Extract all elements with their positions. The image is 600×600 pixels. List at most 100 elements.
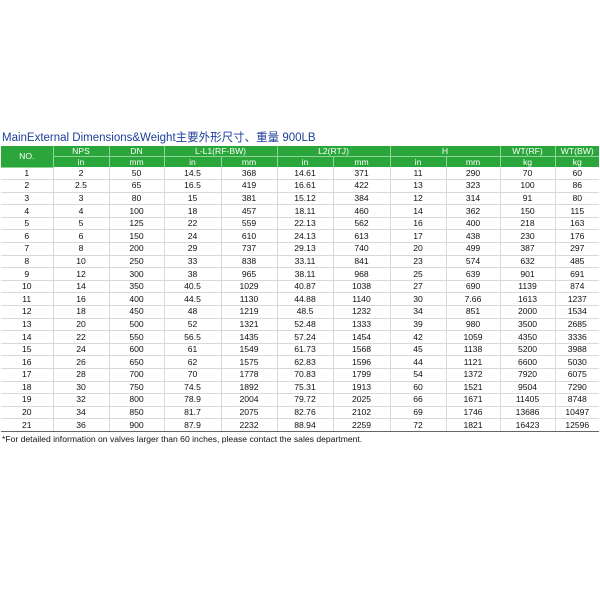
- table-cell: 3500: [500, 318, 556, 332]
- table-cell: 75.31: [277, 381, 334, 395]
- table-cell: 70: [500, 167, 556, 181]
- table-cell: 438: [446, 229, 501, 244]
- table-cell: 1333: [333, 318, 391, 332]
- table-cell: 19: [1, 393, 54, 407]
- table-cell: 18: [164, 204, 222, 218]
- table-title: MainExternal Dimensions&Weight主要外形尺寸、重量 …: [2, 132, 316, 144]
- table-cell: 80: [555, 192, 600, 206]
- table-cell: 18.11: [277, 204, 334, 218]
- unit-l2-in: in: [277, 156, 334, 167]
- table-cell: 44: [390, 355, 447, 369]
- unit-nps: in: [53, 156, 110, 167]
- table-cell: 1521: [446, 381, 501, 395]
- table-cell: 10: [1, 280, 54, 294]
- table-cell: 86: [555, 179, 600, 193]
- table-cell: 4: [53, 204, 110, 218]
- table-row: 10 14 350 40.5 1029 40.87 1038 27 690 1139 874: [1, 280, 600, 294]
- table-cell: 30: [53, 381, 110, 395]
- unit-l-in: in: [164, 156, 222, 167]
- table-cell: 12: [1, 305, 54, 319]
- table-cell: 1038: [333, 280, 391, 294]
- table-row: 12 18 450 48 1219 48.5 1232 34 851 2000 1534: [1, 305, 600, 319]
- unit-l-mm: mm: [221, 156, 278, 167]
- table-cell: 62: [164, 355, 222, 369]
- table-cell: 1232: [333, 305, 391, 319]
- table-cell: 16: [390, 217, 447, 231]
- table-cell: 1454: [333, 330, 391, 344]
- table-cell: 9504: [500, 381, 556, 395]
- table-cell: 13686: [500, 406, 556, 420]
- table-cell: 11: [390, 167, 447, 181]
- table-cell: 297: [555, 242, 600, 256]
- table-cell: 14.61: [277, 167, 334, 181]
- table-cell: 850: [109, 406, 165, 420]
- table-cell: 17: [390, 229, 447, 244]
- table-cell: 79.72: [277, 393, 334, 407]
- table-cell: 750: [109, 381, 165, 395]
- table-cell: 57.24: [277, 330, 334, 344]
- table-cell: 1029: [221, 280, 278, 294]
- table-cell: 384: [333, 192, 391, 206]
- table-cell: 290: [446, 167, 501, 181]
- table-cell: 11: [1, 292, 54, 307]
- table-cell: 460: [333, 204, 391, 218]
- table-cell: 4: [1, 204, 54, 218]
- table-cell: 1913: [333, 381, 391, 395]
- table-cell: 12596: [555, 418, 600, 432]
- table-cell: 1799: [333, 368, 391, 382]
- table-cell: 1892: [221, 381, 278, 395]
- table-cell: 13: [1, 318, 54, 332]
- table-cell: 18: [53, 305, 110, 319]
- table-row: 19 32 800 78.9 2004 79.72 2025 66 1671 11405 8748: [1, 393, 600, 407]
- table-cell: 900: [109, 418, 165, 432]
- table-cell: 6: [53, 229, 110, 244]
- table-row: 20 34 850 81.7 2075 82.76 2102 69 1746 13686 10497: [1, 406, 600, 420]
- table-cell: 80: [109, 192, 165, 206]
- table-cell: 1237: [555, 292, 600, 307]
- table-cell: 230: [500, 229, 556, 244]
- table-cell: 3988: [555, 343, 600, 357]
- table-row: 1 2 50 14.5 368 14.61 371 11 290 70 60: [1, 167, 600, 181]
- table-cell: 7920: [500, 368, 556, 382]
- table-cell: 1549: [221, 343, 278, 357]
- table-cell: 17: [1, 368, 54, 382]
- table-cell: 12: [390, 192, 447, 206]
- table-cell: 14: [1, 330, 54, 344]
- table-cell: 1121: [446, 355, 501, 369]
- table-cell: 15: [1, 343, 54, 357]
- table-cell: 7: [1, 242, 54, 256]
- table-cell: 2102: [333, 406, 391, 420]
- table-cell: 5: [53, 217, 110, 231]
- table-cell: 314: [446, 192, 501, 206]
- table-cell: 20: [1, 406, 54, 420]
- table-cell: 1140: [333, 292, 391, 307]
- table-cell: 400: [109, 292, 165, 307]
- table-cell: 20: [53, 318, 110, 332]
- table-cell: 48.5: [277, 305, 334, 319]
- header-wt-rf: WT(RF): [500, 146, 556, 157]
- table-cell: 36: [53, 418, 110, 432]
- table-cell: 52.48: [277, 318, 334, 332]
- table-cell: 2000: [500, 305, 556, 319]
- table-cell: 10497: [555, 406, 600, 420]
- table-cell: 387: [500, 242, 556, 256]
- table-cell: 48: [164, 305, 222, 319]
- table-cell: 639: [446, 267, 501, 281]
- table-cell: 30: [390, 292, 447, 307]
- table-cell: 16.5: [164, 179, 222, 193]
- table-cell: 362: [446, 204, 501, 218]
- table-cell: 5030: [555, 355, 600, 369]
- table-cell: 61.73: [277, 343, 334, 357]
- table-cell: 2075: [221, 406, 278, 420]
- table-cell: 18: [1, 381, 54, 395]
- table-cell: 82.76: [277, 406, 334, 420]
- table-cell: 11405: [500, 393, 556, 407]
- table-row: 8 10 250 33 838 33.11 841 23 574 632 485: [1, 255, 600, 269]
- table-cell: 3: [53, 192, 110, 206]
- table-cell: 22.13: [277, 217, 334, 231]
- table-cell: 150: [500, 204, 556, 218]
- table-cell: 1: [1, 167, 54, 181]
- table-cell: 1059: [446, 330, 501, 344]
- table-cell: 559: [221, 217, 278, 231]
- table-cell: 14: [390, 204, 447, 218]
